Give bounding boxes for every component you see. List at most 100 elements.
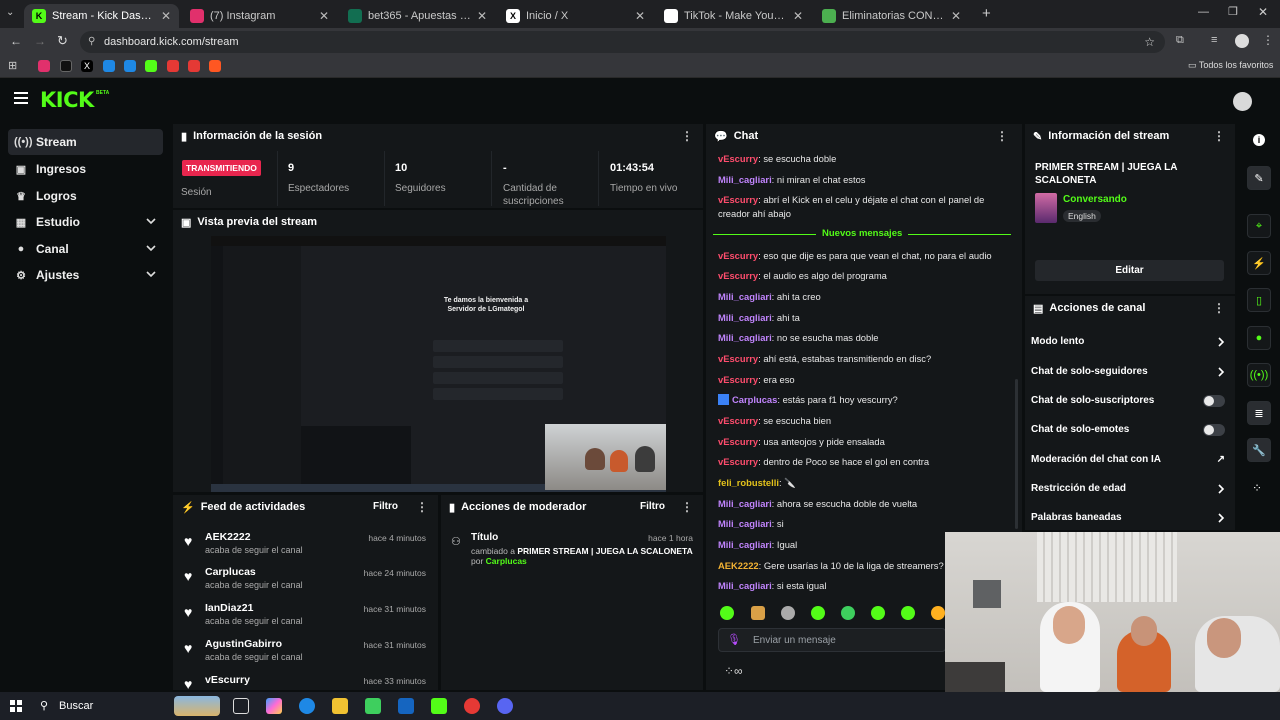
sidebar-item-stream[interactable]: ((•)) Stream xyxy=(8,129,163,155)
rail-button[interactable]: ⚡ xyxy=(1247,251,1271,275)
url-bar[interactable]: ⚲ dashboard.kick.com/stream ☆ xyxy=(80,31,1165,53)
store-icon[interactable] xyxy=(365,698,381,714)
bookmark-other-icon[interactable] xyxy=(209,60,221,72)
chat-username[interactable]: Mili_cagliari xyxy=(718,174,772,185)
bookmark-play-icon[interactable] xyxy=(124,60,136,72)
action-emotes-only[interactable]: Chat de solo-emotes xyxy=(1031,419,1229,441)
chat-username[interactable]: vEscurry xyxy=(718,353,758,364)
emote-icon[interactable] xyxy=(901,606,915,620)
chat-username[interactable]: vEscurry xyxy=(718,374,758,385)
feed-item[interactable]: ♥ AgustinGabirro acaba de seguir el cana… xyxy=(180,638,430,672)
subscribers-only-toggle[interactable] xyxy=(1203,395,1225,407)
emote-icon[interactable] xyxy=(751,606,765,620)
browser-menu-icon[interactable]: ⋮ xyxy=(1262,33,1274,47)
chat-username[interactable]: feli_robustelli xyxy=(718,477,779,488)
edit-rail-button[interactable]: ✎ xyxy=(1247,166,1271,190)
browser-tab[interactable]: TikTok - Make Your Day ✕ xyxy=(656,4,811,28)
sidebar-item-canal[interactable]: ● Canal xyxy=(8,236,163,262)
feed-item[interactable]: ♥ vEscurry hace 33 minutos xyxy=(180,674,430,690)
action-ai-moderation[interactable]: Moderación del chat con IA ↗ xyxy=(1031,449,1229,471)
minimize-icon[interactable]: — xyxy=(1198,6,1209,18)
emote-icon[interactable] xyxy=(841,606,855,620)
action-slow-mode[interactable]: Modo lento xyxy=(1031,331,1229,353)
bookmark-youtube-icon[interactable] xyxy=(167,60,179,72)
rail-button[interactable]: ≣ xyxy=(1247,401,1271,425)
mic-icon[interactable]: 🎙 xyxy=(727,633,741,646)
chat-username[interactable]: AEK2222 xyxy=(718,560,759,571)
close-tab-icon[interactable]: ✕ xyxy=(635,9,645,23)
emote-icon[interactable] xyxy=(931,606,945,620)
kebab-menu-icon[interactable]: ⋮ xyxy=(1213,129,1225,143)
chat-username[interactable]: Mili_cagliari xyxy=(718,291,772,302)
chat-username[interactable]: vEscurry xyxy=(718,153,758,164)
reload-icon[interactable]: ↻ xyxy=(57,33,68,49)
rail-button[interactable]: 🔧 xyxy=(1247,438,1271,462)
category-name[interactable]: Conversando xyxy=(1063,194,1127,205)
chat-username[interactable]: Mili_cagliari xyxy=(718,518,772,529)
chat-username[interactable]: vEscurry xyxy=(718,270,758,281)
apps-grid-icon[interactable]: ⊞ xyxy=(8,59,17,72)
chat-username[interactable]: Mili_cagliari xyxy=(718,332,772,343)
chat-username[interactable]: vEscurry xyxy=(718,250,758,261)
close-tab-icon[interactable]: ✕ xyxy=(793,9,803,23)
close-tab-icon[interactable]: ✕ xyxy=(477,9,487,23)
bookmark-star-icon[interactable]: ☆ xyxy=(1144,31,1155,53)
chat-username[interactable]: Mili_cagliari xyxy=(718,312,772,323)
info-icon[interactable]: i xyxy=(1253,134,1265,146)
bookmark-site-icon[interactable] xyxy=(103,60,115,72)
rail-button[interactable]: ▯ xyxy=(1247,288,1271,312)
emote-icon[interactable] xyxy=(781,606,795,620)
kebab-menu-icon[interactable]: ⋮ xyxy=(681,129,693,143)
feed-item[interactable]: ♥ IanDiaz21 acaba de seguir el canal hac… xyxy=(180,602,430,636)
chat-settings-icon[interactable]: ⁘∞ xyxy=(724,664,743,678)
copilot-icon[interactable] xyxy=(266,698,282,714)
windows-start-icon[interactable] xyxy=(10,700,22,712)
kick-app-icon[interactable] xyxy=(431,698,447,714)
close-tab-icon[interactable]: ✕ xyxy=(319,9,329,23)
action-followers-only[interactable]: Chat de solo-seguidores xyxy=(1031,361,1229,383)
hamburger-menu-icon[interactable] xyxy=(14,92,28,104)
bookmark-youtube2-icon[interactable] xyxy=(188,60,200,72)
forward-icon[interactable]: → xyxy=(34,34,46,48)
edit-button[interactable]: Editar xyxy=(1035,260,1224,281)
rail-button[interactable]: ● xyxy=(1247,326,1271,350)
kick-logo[interactable]: KICK xyxy=(40,88,94,112)
kebab-menu-icon[interactable]: ⋮ xyxy=(996,129,1008,143)
rail-button[interactable]: ⌖ xyxy=(1247,214,1271,238)
bookmark-x-icon[interactable]: X xyxy=(81,60,93,72)
chat-scrollbar[interactable] xyxy=(1015,379,1018,529)
sidebar-item-estudio[interactable]: ▦ Estudio xyxy=(8,209,163,235)
chat-input[interactable]: 🎙 Enviar un mensaje xyxy=(718,628,946,652)
close-window-icon[interactable]: ✕ xyxy=(1258,5,1268,19)
file-explorer-icon[interactable] xyxy=(332,698,348,714)
taskbar-search[interactable]: ⚲ Buscar xyxy=(34,696,224,716)
outlook-icon[interactable] xyxy=(398,698,414,714)
chat-username[interactable]: Mili_cagliari xyxy=(718,498,772,509)
tab-search-icon[interactable]: ⌄ xyxy=(6,7,20,21)
bookmark-instagram-icon[interactable] xyxy=(38,60,50,72)
rail-button[interactable]: ((•)) xyxy=(1247,363,1271,387)
bookmark-tiktok-icon[interactable] xyxy=(60,60,72,72)
chat-username[interactable]: Carplucas xyxy=(732,394,777,405)
extensions-icon[interactable]: ⧉ xyxy=(1176,34,1184,47)
action-subscribers-only[interactable]: Chat de solo-suscriptores xyxy=(1031,390,1229,412)
chat-username[interactable]: Mili_cagliari xyxy=(718,580,772,591)
emotes-only-toggle[interactable] xyxy=(1203,424,1225,436)
browser-tab[interactable]: (7) Instagram ✕ xyxy=(182,4,337,28)
browser-tab[interactable]: K Stream - Kick Dashboard ✕ xyxy=(24,4,179,28)
mod-entry-user[interactable]: Carplucas xyxy=(486,556,527,566)
sidebar-item-ingresos[interactable]: ▣ Ingresos xyxy=(8,156,163,182)
user-avatar[interactable] xyxy=(1233,92,1252,111)
new-tab-icon[interactable]: + xyxy=(982,5,991,22)
site-info-icon[interactable]: ⚲ xyxy=(88,31,95,53)
kebab-menu-icon[interactable]: ⋮ xyxy=(1213,301,1225,315)
media-icon[interactable]: ≡ xyxy=(1211,34,1217,46)
all-bookmarks[interactable]: ▭ Todos los favoritos xyxy=(1188,60,1273,71)
feed-item[interactable]: ♥ AEK2222 acaba de seguir el canal hace … xyxy=(180,531,430,565)
browser-tab[interactable]: X Inicio / X ✕ xyxy=(498,4,653,28)
sidebar-item-logros[interactable]: ♛ Logros xyxy=(8,183,163,209)
feed-item[interactable]: ♥ Carplucas acaba de seguir el canal hac… xyxy=(180,566,430,600)
stream-preview-video[interactable]: Te damos la bienvenida a Servidor de LGm… xyxy=(211,236,666,492)
kebab-menu-icon[interactable]: ⋮ xyxy=(416,500,428,514)
bookmark-kick-icon[interactable] xyxy=(145,60,157,72)
